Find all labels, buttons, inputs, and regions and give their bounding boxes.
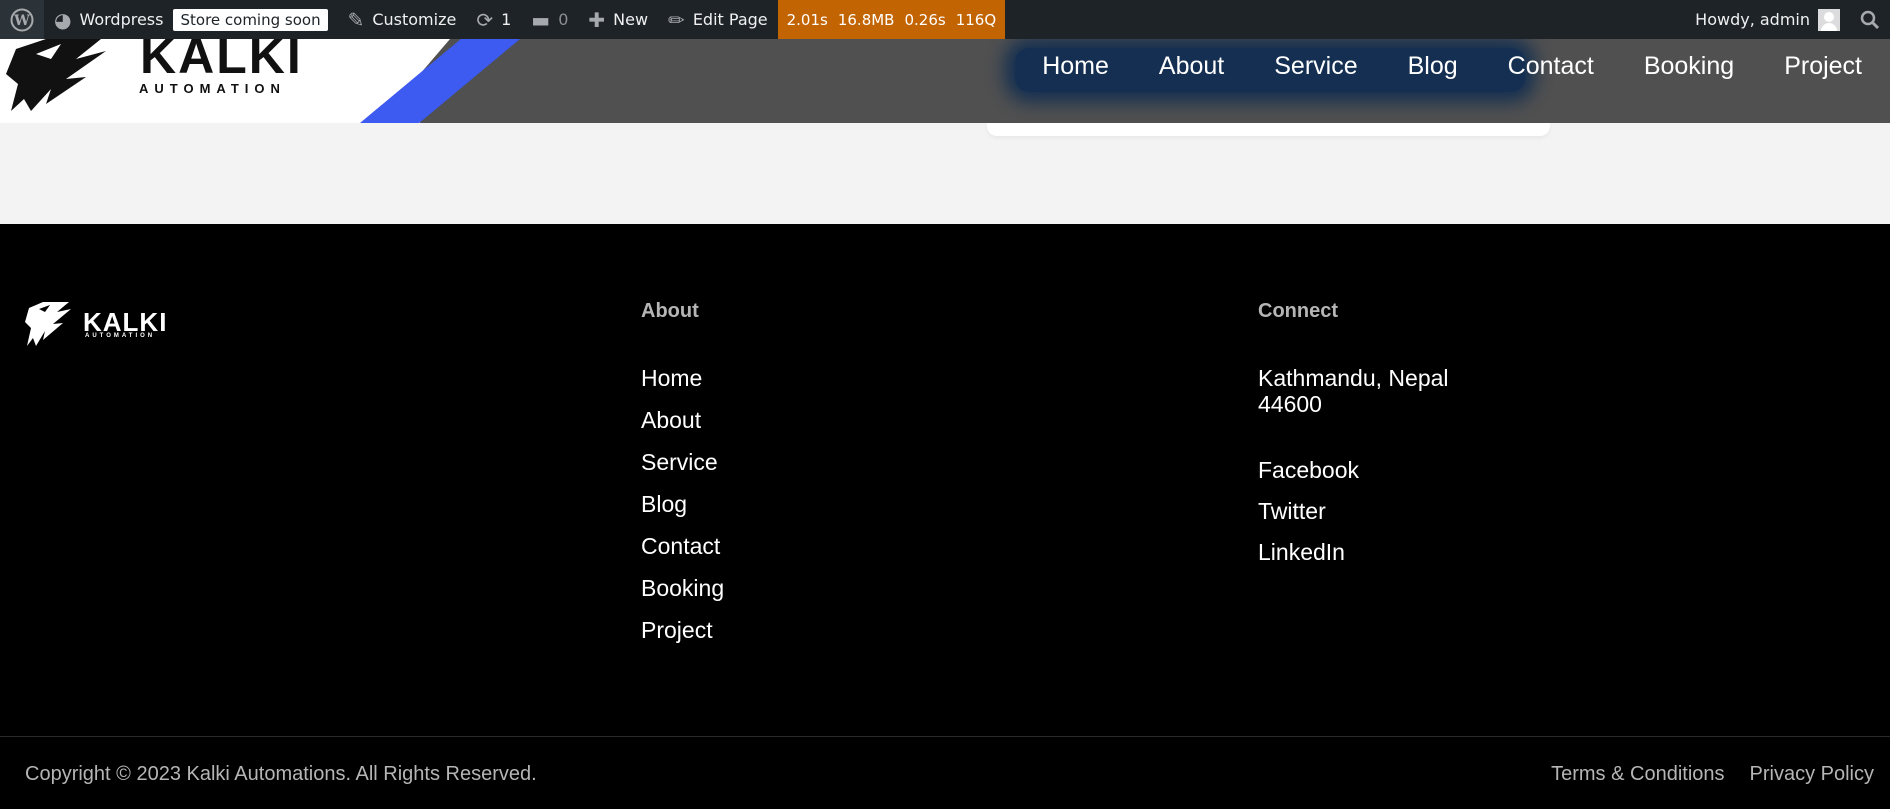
nav-booking[interactable]: Booking	[1644, 51, 1734, 81]
avatar	[1818, 8, 1840, 31]
footer-link-home[interactable]: Home	[641, 365, 724, 391]
site-name-menu[interactable]: ◕ Wordpress Store coming soon	[44, 0, 338, 39]
footer-address: Kathmandu, Nepal 44600	[1258, 365, 1449, 417]
footer-logo-subtitle: AUTOMATION	[85, 333, 156, 339]
qm-db-time: 0.26s	[904, 10, 946, 29]
horse-logo-icon	[25, 302, 71, 346]
comments-count: 0	[558, 10, 569, 29]
search-icon	[1860, 10, 1880, 29]
footer-connect-title: Connect	[1258, 300, 1338, 322]
pencil-icon: ✏	[668, 7, 685, 32]
new-label: New	[613, 10, 649, 29]
footer-link-linkedin[interactable]: LinkedIn	[1258, 539, 1449, 565]
address-line-2: 44600	[1258, 391, 1322, 417]
privacy-policy-link[interactable]: Privacy Policy	[1750, 763, 1874, 786]
nav-about[interactable]: About	[1159, 51, 1224, 81]
footer-about-title: About	[641, 300, 699, 322]
qm-time: 2.01s	[786, 10, 828, 29]
footer-logo-text: KALKI	[83, 307, 168, 337]
customize-link[interactable]: ✎ Customize	[338, 0, 467, 39]
nav-blog[interactable]: Blog	[1408, 51, 1458, 81]
copyright-text: Copyright © 2023 Kalki Automations. All …	[25, 763, 537, 785]
footer-link-contact[interactable]: Contact	[641, 533, 724, 559]
terms-link[interactable]: Terms & Conditions	[1551, 763, 1724, 786]
nav-project[interactable]: Project	[1784, 51, 1862, 81]
address-line-1: Kathmandu, Nepal	[1258, 365, 1449, 391]
dashboard-icon: ◕	[54, 7, 72, 32]
wp-admin-bar: W ◕ Wordpress Store coming soon ✎ Custom…	[0, 0, 1890, 39]
footer-connect-column: Connect Kathmandu, Nepal 44600 Facebook …	[1258, 300, 1449, 580]
updates-count: 1	[501, 10, 512, 29]
customize-label: Customize	[372, 10, 457, 29]
paintbrush-icon: ✎	[347, 7, 365, 32]
footer-link-blog[interactable]: Blog	[641, 491, 724, 517]
footer-link-facebook[interactable]: Facebook	[1258, 457, 1449, 483]
logo-subtitle: AUTOMATION	[139, 81, 286, 96]
site-name: Wordpress	[79, 10, 164, 29]
qm-queries: 116Q	[955, 10, 997, 29]
edit-page-link[interactable]: ✏ Edit Page	[658, 0, 778, 39]
svg-text:W: W	[13, 13, 30, 29]
nav-contact[interactable]: Contact	[1508, 51, 1594, 81]
footer-logo[interactable]: KALKI AUTOMATION	[25, 300, 167, 350]
comments-link[interactable]: ▬ 0	[521, 0, 578, 39]
footer-link-project[interactable]: Project	[641, 617, 724, 643]
plus-icon: ✚	[588, 7, 606, 32]
content-card-edge	[987, 123, 1550, 136]
site-footer: KALKI AUTOMATION About Home About Servic…	[0, 224, 1890, 809]
footer-link-booking[interactable]: Booking	[641, 575, 724, 601]
updates-link[interactable]: ⟳ 1	[466, 0, 521, 39]
footer-link-about[interactable]: About	[641, 407, 724, 433]
horse-logo-icon	[6, 39, 106, 111]
edit-page-label: Edit Page	[692, 10, 768, 29]
updates-icon: ⟳	[476, 7, 494, 32]
footer-link-twitter[interactable]: Twitter	[1258, 498, 1449, 524]
footer-about-column: About Home About Service Blog Contact Bo…	[641, 300, 724, 659]
nav-home[interactable]: Home	[1042, 51, 1109, 81]
search-button[interactable]	[1850, 0, 1890, 39]
my-account-menu[interactable]: Howdy, admin	[1685, 0, 1850, 39]
footer-link-service[interactable]: Service	[641, 449, 724, 475]
footer-social-links: Facebook Twitter LinkedIn	[1258, 457, 1449, 565]
qm-memory: 16.8MB	[837, 10, 895, 29]
nav-service[interactable]: Service	[1274, 51, 1357, 81]
wordpress-logo-icon[interactable]: W	[0, 0, 44, 39]
main-nav: Home About Service Blog Contact Booking …	[992, 51, 1862, 81]
query-monitor-stats[interactable]: 2.01s 16.8MB 0.26s 116Q	[777, 0, 1006, 39]
store-coming-soon-badge[interactable]: Store coming soon	[173, 8, 328, 31]
howdy-greeting: Howdy, admin	[1695, 10, 1810, 29]
new-content-menu[interactable]: ✚ New	[578, 0, 658, 39]
site-header: KALKI AUTOMATION Home About Service Blog…	[0, 28, 1890, 123]
comment-icon: ▬	[531, 7, 551, 32]
footer-legal-links: Terms & Conditions Privacy Policy	[1526, 763, 1874, 786]
footer-divider	[0, 736, 1890, 737]
